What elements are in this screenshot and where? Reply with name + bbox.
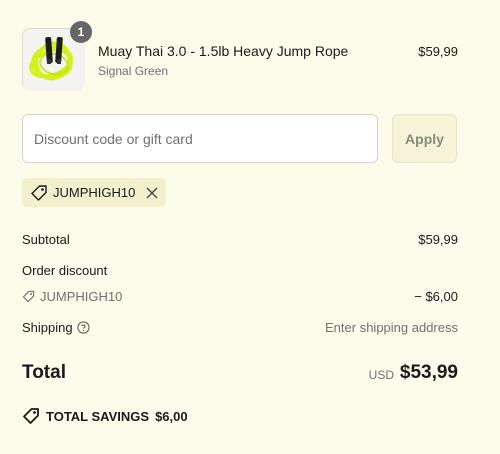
order-discount-row: Order discount	[22, 263, 458, 279]
total-label: Total	[22, 362, 66, 383]
quantity-badge: 1	[70, 21, 92, 43]
total-row: Total USD $53,99	[22, 362, 458, 386]
discount-code-line: JUMPHIGH10	[22, 289, 122, 304]
apply-button[interactable]: Apply	[392, 114, 457, 163]
product-variant: Signal Green	[98, 64, 169, 78]
order-discount-label: Order discount	[22, 263, 108, 278]
order-summary: 1 Muay Thai 3.0 - 1.5lb Heavy Jump Rope …	[0, 0, 500, 454]
tag-icon	[22, 290, 35, 303]
subtotal-row: Subtotal $59,99	[22, 232, 458, 248]
total-savings: TOTAL SAVINGS $6,00	[22, 407, 188, 425]
discount-code-row: JUMPHIGH10 − $6,00	[22, 289, 458, 305]
product-title: Muay Thai 3.0 - 1.5lb Heavy Jump Rope	[98, 43, 349, 59]
product-thumbnail: 1	[22, 21, 92, 91]
shipping-label: Shipping	[22, 320, 73, 335]
total-value: $53,99	[399, 362, 458, 383]
tag-icon	[30, 184, 48, 202]
line-item: 1 Muay Thai 3.0 - 1.5lb Heavy Jump Rope …	[22, 21, 458, 91]
subtotal-value: $59,99	[418, 232, 458, 247]
discount-code-text: JUMPHIGH10	[40, 289, 123, 304]
total-savings-value: $6,00	[155, 408, 188, 424]
shipping-label-group: Shipping	[22, 320, 90, 335]
applied-discount-tag: JUMPHIGH10	[22, 178, 166, 207]
discount-code-input[interactable]	[22, 114, 378, 163]
discount-amount: − $6,00	[414, 289, 458, 304]
applied-discount-code: JUMPHIGH10	[53, 185, 136, 200]
total-savings-label: TOTAL SAVINGS	[46, 408, 150, 424]
shipping-row: Shipping Enter shipping address	[22, 320, 458, 336]
tag-icon	[22, 407, 40, 425]
currency-code: USD	[368, 368, 394, 382]
shipping-value: Enter shipping address	[325, 320, 458, 335]
subtotal-label: Subtotal	[22, 232, 70, 247]
help-icon[interactable]	[77, 321, 90, 334]
product-price: $59,99	[418, 44, 458, 59]
close-icon[interactable]	[145, 186, 159, 200]
